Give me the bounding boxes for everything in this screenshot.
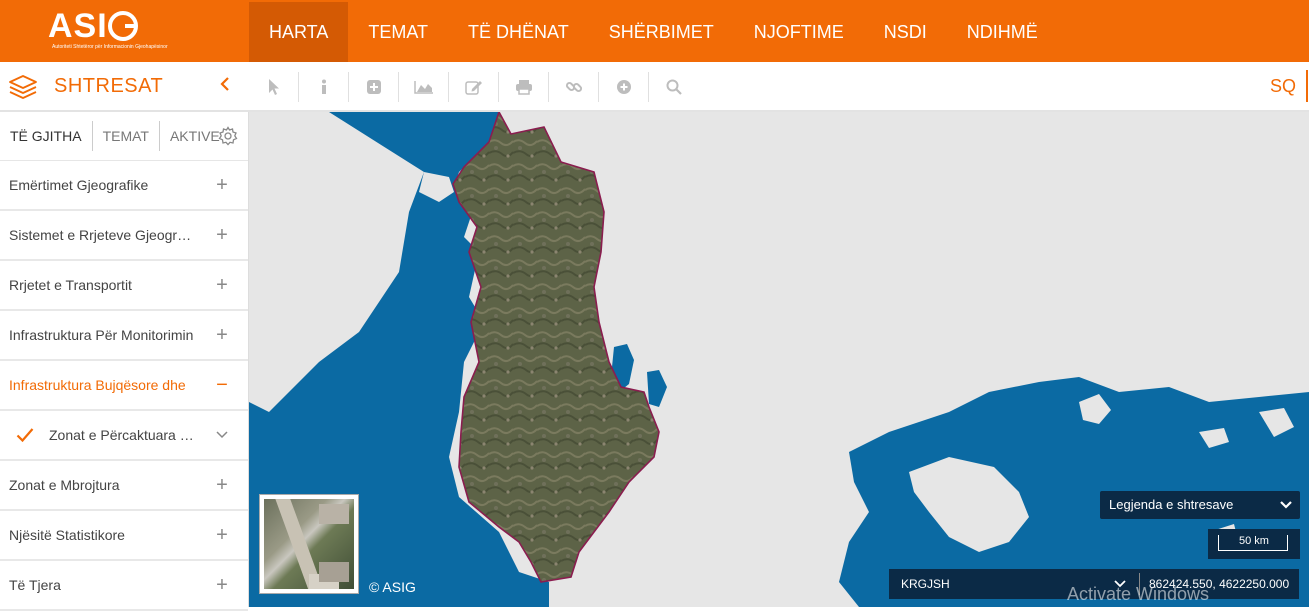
layer-group-label: Njësitë Statistikore xyxy=(9,527,125,543)
expand-plus-icon[interactable]: + xyxy=(215,275,229,295)
zoom-in-tool-button[interactable] xyxy=(599,72,649,102)
nav-nsdi[interactable]: NSDI xyxy=(864,2,947,62)
map-canvas[interactable]: © ASIG Legjenda e shtresave 50 km KRGJSH… xyxy=(249,112,1309,607)
layer-group-label: Infrastruktura Për Monitorimin xyxy=(9,327,194,343)
nav-te-dhenat[interactable]: TË DHËNAT xyxy=(448,2,589,62)
layer-group-label: Infrastruktura Bujqësore dhe xyxy=(9,377,186,393)
scale-bar: 50 km xyxy=(1208,529,1300,559)
pointer-icon xyxy=(268,79,279,95)
toolbar: SHTRESAT SQ xyxy=(0,62,1309,112)
gear-icon[interactable] xyxy=(218,126,238,146)
layer-item-label: Zonat e Përcaktuara për xyxy=(49,427,199,443)
layer-group-row[interactable]: Të Tjera + xyxy=(0,561,248,611)
layer-group-row[interactable]: Emërtimet Gjeografike + xyxy=(0,161,248,211)
layer-group-row[interactable]: Sistemet e Rrjeteve Gjeografike + xyxy=(0,211,248,261)
nav-harta[interactable]: HARTA xyxy=(249,2,349,62)
expand-plus-icon[interactable]: + xyxy=(215,175,229,195)
language-divider xyxy=(1306,70,1308,102)
layer-tabs: TË GJITHA TEMAT AKTIVE xyxy=(0,112,248,161)
main-nav: HARTA TEMAT TË DHËNAT SHËRBIMET NJOFTIME… xyxy=(249,2,1058,62)
layer-group-label: Rrjetet e Transportit xyxy=(9,277,132,293)
expand-plus-icon[interactable]: + xyxy=(215,475,229,495)
panel-title: SHTRESAT xyxy=(54,75,164,97)
expand-plus-icon[interactable]: + xyxy=(215,325,229,345)
nav-ndihme[interactable]: NDIHMË xyxy=(947,2,1058,62)
asig-logo[interactable]: ASI Autoriteti Shtetëror për Informacion… xyxy=(48,8,168,56)
chevron-down-icon xyxy=(1280,501,1292,509)
layer-group-row[interactable]: Njësitë Statistikore + xyxy=(0,511,248,561)
layer-group-label: Të Tjera xyxy=(9,577,61,593)
checkmark-icon[interactable] xyxy=(16,427,34,443)
basemap-switcher-thumbnail[interactable] xyxy=(259,494,359,594)
map-basemap xyxy=(249,112,1309,607)
expand-item-button[interactable] xyxy=(215,425,229,445)
layer-group-label: Zonat e Mbrojtura xyxy=(9,477,120,493)
nav-temat[interactable]: TEMAT xyxy=(348,2,448,62)
layer-group-label: Sistemet e Rrjeteve Gjeografike xyxy=(9,227,194,243)
map-copyright: © ASIG xyxy=(369,579,416,595)
layers-icon xyxy=(9,75,37,99)
profile-tool-button[interactable] xyxy=(399,72,449,102)
lake-prespa xyxy=(647,370,667,407)
language-selector[interactable]: SQ xyxy=(1270,76,1296,97)
logo-tagline: Autoriteti Shtetëror për Informacionin G… xyxy=(52,44,168,50)
chevron-left-icon xyxy=(220,77,229,91)
info-tool-button[interactable] xyxy=(299,72,349,102)
info-icon xyxy=(321,79,326,94)
layer-group-row[interactable]: Rrjetet e Transportit + xyxy=(0,261,248,311)
link-tool-button[interactable] xyxy=(549,72,599,102)
nav-njoftime[interactable]: NJOFTIME xyxy=(734,2,864,62)
search-tool-button[interactable] xyxy=(649,72,699,102)
layer-group-row[interactable]: Zonat e Mbrojtura + xyxy=(0,461,248,511)
legend-label: Legjenda e shtresave xyxy=(1109,497,1234,512)
expand-plus-icon[interactable]: + xyxy=(215,575,229,595)
layer-group-row[interactable]: Infrastruktura Për Monitorimin + xyxy=(0,311,248,361)
windows-activation-watermark: Activate Windows xyxy=(1067,584,1210,604)
expand-plus-icon[interactable]: + xyxy=(215,225,229,245)
satellite-thumbnail xyxy=(264,499,354,589)
map-tools xyxy=(249,72,699,102)
layer-item-row[interactable]: Zonat e Përcaktuara për xyxy=(0,411,248,461)
search-icon xyxy=(666,79,682,95)
tab-all[interactable]: TË GJITHA xyxy=(0,121,93,151)
top-bar: ASI Autoriteti Shtetëror për Informacion… xyxy=(0,0,1309,62)
print-icon xyxy=(515,80,532,95)
layer-group-label: Emërtimet Gjeografike xyxy=(9,177,149,193)
add-layer-tool-button[interactable] xyxy=(349,72,399,102)
select-tool-button[interactable] xyxy=(249,72,299,102)
expand-plus-icon[interactable]: + xyxy=(215,525,229,545)
edit-icon xyxy=(464,81,482,95)
plus-square-icon xyxy=(366,80,381,94)
print-tool-button[interactable] xyxy=(499,72,549,102)
collapse-panel-button[interactable] xyxy=(214,74,236,98)
link-icon xyxy=(565,81,582,93)
legend-toggle-button[interactable]: Legjenda e shtresave xyxy=(1100,491,1300,519)
scale-label: 50 km xyxy=(1239,535,1269,547)
nav-sherbimet[interactable]: SHËRBIMET xyxy=(589,2,734,62)
draw-tool-button[interactable] xyxy=(449,72,499,102)
layer-group-row-expanded[interactable]: Infrastruktura Bujqësore dhe − xyxy=(0,361,248,411)
tab-themes[interactable]: TEMAT xyxy=(93,121,160,151)
crs-select[interactable]: KRGJSH xyxy=(901,577,950,591)
plus-circle-icon xyxy=(616,80,631,94)
area-chart-icon xyxy=(413,81,433,94)
layers-sidebar: TË GJITHA TEMAT AKTIVE Emërtimet Gjeogra… xyxy=(0,112,249,611)
chevron-down-icon xyxy=(216,431,228,439)
collapse-minus-icon[interactable]: − xyxy=(215,375,229,395)
